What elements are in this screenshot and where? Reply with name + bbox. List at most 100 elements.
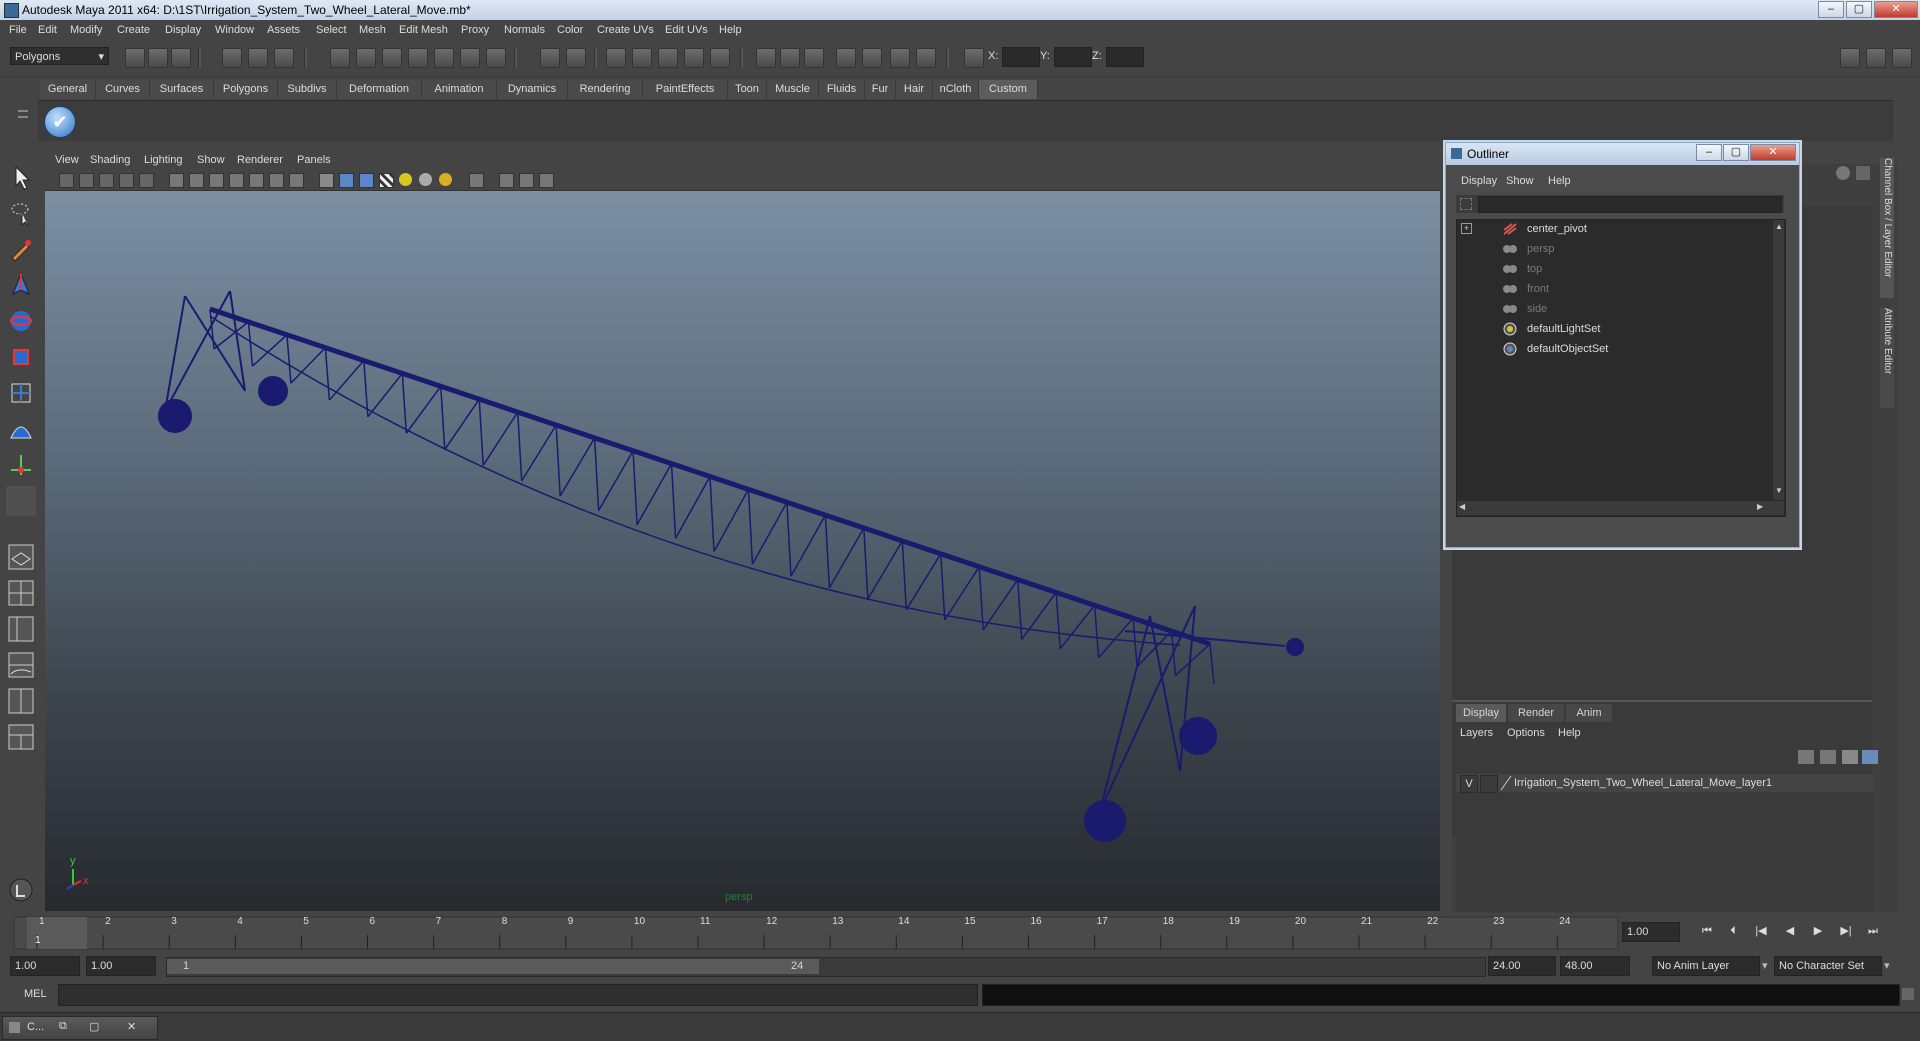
- go-to-end-icon[interactable]: ⏭: [1866, 924, 1880, 938]
- xray-joints-icon[interactable]: [519, 173, 534, 188]
- checkmark-shelf-icon[interactable]: ✔: [44, 106, 76, 138]
- transform-field-mode-icon[interactable]: [964, 48, 984, 68]
- save-scene-icon[interactable]: [171, 48, 191, 68]
- menu-create-uvs[interactable]: Create UVs: [597, 24, 654, 36]
- scroll-right-icon[interactable]: ▶: [1757, 502, 1763, 511]
- persp-graph-hypergraph-layout-icon[interactable]: [6, 722, 36, 752]
- filter-icon[interactable]: [1460, 198, 1472, 210]
- show-manipulator-icon[interactable]: [6, 450, 36, 480]
- playback-start-field[interactable]: 1.00: [86, 956, 156, 976]
- scroll-left-icon[interactable]: ◀: [1459, 502, 1465, 511]
- shelf-tab-painteffects[interactable]: PaintEffects: [643, 80, 728, 99]
- help-icon[interactable]: [486, 48, 506, 68]
- menu-edit-mesh[interactable]: Edit Mesh: [399, 24, 448, 36]
- persp-graph-layout-icon[interactable]: [6, 650, 36, 680]
- layer-color-swatch-icon[interactable]: [1500, 775, 1512, 791]
- shelf-tab-fluids[interactable]: Fluids: [819, 80, 865, 99]
- menu-create[interactable]: Create: [117, 24, 150, 36]
- menu-modify[interactable]: Modify: [70, 24, 102, 36]
- animation-start-field[interactable]: 1.00: [10, 956, 80, 976]
- scroll-down-icon[interactable]: ▼: [1775, 486, 1783, 495]
- outliner-item-front[interactable]: front: [1457, 280, 1773, 298]
- attribute-editor-icon[interactable]: [804, 48, 824, 68]
- shelf-tab-dynamics[interactable]: Dynamics: [497, 80, 568, 99]
- viewport-menu-view[interactable]: View: [55, 154, 79, 166]
- outliner-maximize-button[interactable]: ▢: [1723, 144, 1749, 161]
- menu-display[interactable]: Display: [165, 24, 201, 36]
- z-field[interactable]: [1106, 47, 1144, 67]
- shelf-tab-surfaces[interactable]: Surfaces: [150, 80, 214, 99]
- render-settings-icon[interactable]: [658, 48, 678, 68]
- channel-box-side-tab[interactable]: Channel Box / Layer Editor: [1880, 158, 1894, 298]
- input-ops-icon[interactable]: [540, 48, 560, 68]
- menu-window[interactable]: Window: [215, 24, 254, 36]
- graph-editor-icon[interactable]: [836, 48, 856, 68]
- move-layer-up-icon[interactable]: [1798, 750, 1814, 764]
- shelf-tab-toon[interactable]: Toon: [728, 80, 767, 99]
- attribute-editor-side-tab[interactable]: Attribute Editor: [1880, 308, 1894, 408]
- open-scene-icon[interactable]: [148, 48, 168, 68]
- shelf-tab-animation[interactable]: Animation: [422, 80, 497, 99]
- layer-row[interactable]: V Irrigation_System_Two_Wheel_Lateral_Mo…: [1456, 774, 1874, 793]
- layout-menu-handle[interactable]: [6, 758, 36, 774]
- menu-mesh[interactable]: Mesh: [359, 24, 386, 36]
- construction-history-icon[interactable]: [460, 48, 480, 68]
- tool-settings-icon[interactable]: [6, 875, 36, 905]
- outliner-horizontal-scrollbar[interactable]: ◀ ▶: [1457, 501, 1784, 515]
- move-tool-icon[interactable]: [6, 270, 36, 300]
- resolution-gate-icon[interactable]: [209, 173, 224, 188]
- lasso-tool-icon[interactable]: [6, 198, 36, 228]
- outliner-item-side[interactable]: side: [1457, 300, 1773, 318]
- menu-set-dropdown[interactable]: Polygons ▾: [10, 47, 109, 65]
- select-object-icon[interactable]: [248, 48, 268, 68]
- menu-color[interactable]: Color: [557, 24, 583, 36]
- shelf-tab-rendering[interactable]: Rendering: [568, 80, 643, 99]
- field-chart-icon[interactable]: [249, 173, 264, 188]
- minimized-window-item[interactable]: C... ⧉ ▢ ✕: [2, 1016, 158, 1040]
- snap-grid-icon[interactable]: [330, 48, 350, 68]
- script-editor-icon[interactable]: [1902, 988, 1914, 1000]
- step-back-key-icon[interactable]: |◀: [1754, 924, 1768, 938]
- bookmarks-icon[interactable]: [99, 173, 114, 188]
- snap-point-icon[interactable]: [382, 48, 402, 68]
- toggle-tool-settings-icon[interactable]: [1892, 48, 1912, 68]
- restore-icon[interactable]: ⧉: [59, 1020, 67, 1033]
- expand-plus-icon[interactable]: +: [1461, 223, 1472, 234]
- shelf-tab-fur[interactable]: Fur: [865, 80, 896, 99]
- shelf-tab-curves[interactable]: Curves: [96, 80, 150, 99]
- wireframe-on-shaded-icon[interactable]: [359, 173, 374, 188]
- create-layer-from-selected-icon[interactable]: [1862, 750, 1878, 764]
- outliner-vertical-scrollbar[interactable]: ▲ ▼: [1773, 220, 1784, 500]
- render-current-frame-icon[interactable]: [606, 48, 626, 68]
- menu-edit[interactable]: Edit: [38, 24, 57, 36]
- select-tool-icon[interactable]: [6, 162, 36, 192]
- outliner-item-top[interactable]: top: [1457, 260, 1773, 278]
- image-plane-icon[interactable]: [119, 173, 134, 188]
- outliner-item-center-pivot[interactable]: + center_pivot: [1457, 220, 1773, 238]
- shelf-tab-subdivs[interactable]: Subdivs: [278, 80, 337, 99]
- mel-label[interactable]: MEL: [24, 988, 47, 1000]
- animation-end-field[interactable]: 48.00: [1560, 956, 1630, 976]
- outliner-minimize-button[interactable]: ‒: [1696, 144, 1722, 161]
- character-set-dropdown[interactable]: No Character Set: [1774, 956, 1882, 976]
- toggle-panel-icon[interactable]: [756, 48, 776, 68]
- outliner-menu-show[interactable]: Show: [1506, 175, 1534, 187]
- move-layer-down-icon[interactable]: [1820, 750, 1836, 764]
- go-to-start-icon[interactable]: ⏮: [1700, 924, 1714, 938]
- close-icon[interactable]: ✕: [127, 1020, 136, 1033]
- anim-layer-dropdown[interactable]: No Anim Layer: [1652, 956, 1760, 976]
- x-field[interactable]: [1002, 47, 1040, 67]
- persp-viewport[interactable]: persp y x: [45, 191, 1440, 911]
- film-gate-icon[interactable]: [189, 173, 204, 188]
- viewport-menu-renderer[interactable]: Renderer: [237, 154, 283, 166]
- use-all-lights-icon[interactable]: [419, 173, 432, 186]
- outliner-close-button[interactable]: ✕: [1750, 144, 1796, 161]
- select-component-icon[interactable]: [274, 48, 294, 68]
- channels-icon[interactable]: [1836, 166, 1850, 180]
- close-button[interactable]: ✕: [1874, 1, 1918, 18]
- persp-outliner-layout-icon[interactable]: [6, 614, 36, 644]
- output-ops-icon[interactable]: [566, 48, 586, 68]
- layer-tab-display[interactable]: Display: [1456, 704, 1506, 722]
- trax-editor-icon[interactable]: [916, 48, 936, 68]
- step-forward-key-icon[interactable]: ▶|: [1839, 924, 1853, 938]
